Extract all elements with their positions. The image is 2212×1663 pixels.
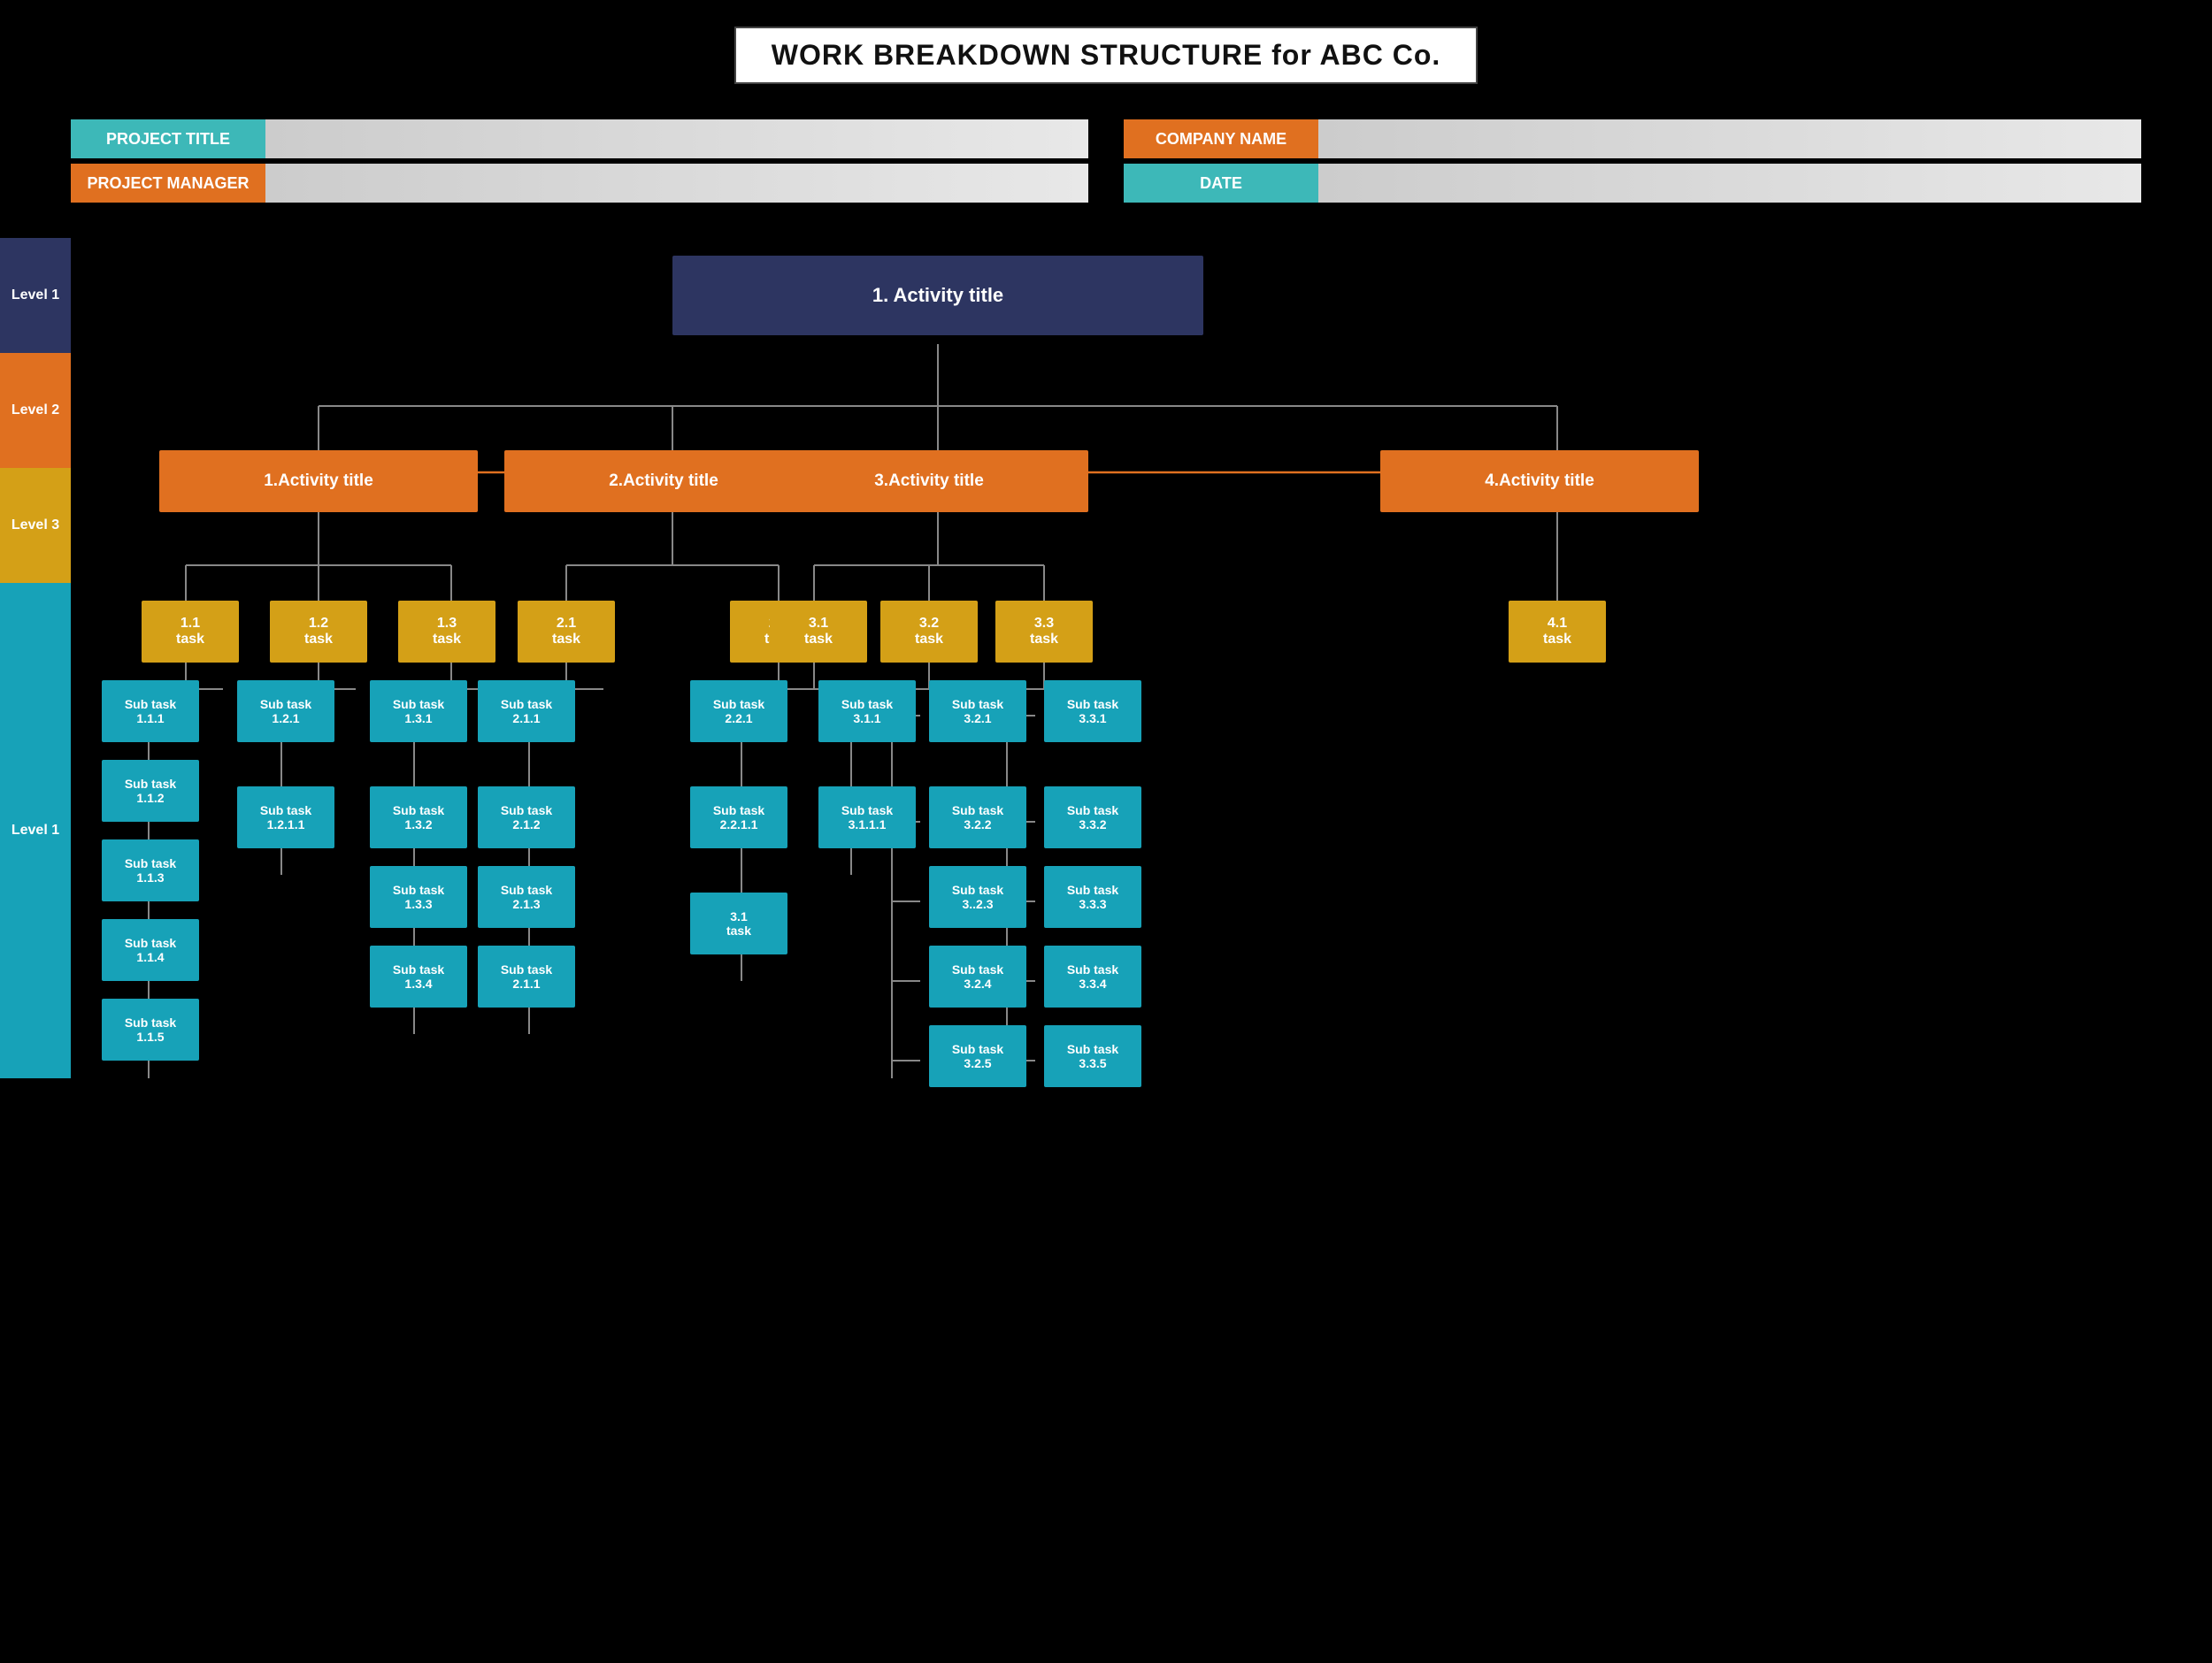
project-title-label: PROJECT TITLE <box>71 119 265 158</box>
project-manager-value <box>265 164 1088 203</box>
l3-node-3-3: 3.3 task <box>995 601 1093 663</box>
l4-3-2-1: Sub task 3.2.1 <box>929 680 1026 742</box>
l4-1-2-1: Sub task 1.2.1 <box>237 680 334 742</box>
company-name-label: COMPANY NAME <box>1124 119 1318 158</box>
l4-1-1-3: Sub task 1.1.3 <box>102 839 199 901</box>
date-value <box>1318 164 2141 203</box>
page-title: WORK BREAKDOWN STRUCTURE for ABC Co. <box>734 27 1479 84</box>
diagram-area: 1. Activity title 1.Activity title 2.Act… <box>71 238 2212 1078</box>
date-row: DATE <box>1124 164 2141 203</box>
level-3-block: Level 3 <box>0 468 71 583</box>
l3-node-3-2: 3.2 task <box>880 601 978 663</box>
l4-3-2-2: Sub task 3.2.2 <box>929 786 1026 848</box>
level-4-block: Level 1 <box>0 583 71 1078</box>
l4-3-1-1: Sub task 3.1.1 <box>818 680 916 742</box>
header-fields: PROJECT TITLE PROJECT MANAGER COMPANY NA… <box>0 102 2212 220</box>
l4-1-3-4: Sub task 1.3.4 <box>370 946 467 1008</box>
project-manager-label: PROJECT MANAGER <box>71 164 265 203</box>
l4-2-1-3: Sub task 2.1.3 <box>478 866 575 928</box>
l4-3-2-3: Sub task 3..2.3 <box>929 866 1026 928</box>
l2-node-4: 4.Activity title <box>1380 450 1699 512</box>
l4-3-3-3: Sub task 3.3.3 <box>1044 866 1141 928</box>
l4-2-2-task: 3.1 task <box>690 893 787 954</box>
l4-1-3-3: Sub task 1.3.3 <box>370 866 467 928</box>
title-section: WORK BREAKDOWN STRUCTURE for ABC Co. <box>0 0 2212 102</box>
l4-2-1-4: Sub task 2.1.1 <box>478 946 575 1008</box>
l4-1-3-2: Sub task 1.3.2 <box>370 786 467 848</box>
l4-1-1-2: Sub task 1.1.2 <box>102 760 199 822</box>
company-name-row: COMPANY NAME <box>1124 119 2141 158</box>
l4-3-1-1-1: Sub task 3.1.1.1 <box>818 786 916 848</box>
l3-node-1-1: 1.1 task <box>142 601 239 663</box>
right-fields: COMPANY NAME DATE <box>1124 119 2141 203</box>
l4-3-2-4: Sub task 3.2.4 <box>929 946 1026 1008</box>
l4-3-2-5: Sub task 3.2.5 <box>929 1025 1026 1087</box>
l4-2-2-1: Sub task 2.2.1 <box>690 680 787 742</box>
l3-node-1-2: 1.2 task <box>270 601 367 663</box>
l4-2-1-1: Sub task 2.1.1 <box>478 680 575 742</box>
l4-1-2-1-1: Sub task 1.2.1.1 <box>237 786 334 848</box>
project-manager-row: PROJECT MANAGER <box>71 164 1088 203</box>
l4-2-1-2: Sub task 2.1.2 <box>478 786 575 848</box>
l3-node-2-1: 2.1 task <box>518 601 615 663</box>
date-label: DATE <box>1124 164 1318 203</box>
l4-3-3-4: Sub task 3.3.4 <box>1044 946 1141 1008</box>
l4-1-1-4: Sub task 1.1.4 <box>102 919 199 981</box>
level-1-block: Level 1 <box>0 238 71 353</box>
l3-node-3-1: 3.1 task <box>770 601 867 663</box>
l4-1-3-1: Sub task 1.3.1 <box>370 680 467 742</box>
project-title-value <box>265 119 1088 158</box>
wbs-container: Level 1 Level 2 Level 3 Level 1 <box>0 238 2212 1114</box>
company-name-value <box>1318 119 2141 158</box>
l4-1-1-5: Sub task 1.1.5 <box>102 999 199 1061</box>
l4-3-3-5: Sub task 3.3.5 <box>1044 1025 1141 1087</box>
left-fields: PROJECT TITLE PROJECT MANAGER <box>71 119 1088 203</box>
level-sidebar: Level 1 Level 2 Level 3 Level 1 <box>0 238 71 1078</box>
l3-node-1-3: 1.3 task <box>398 601 495 663</box>
l3-node-4-1: 4.1 task <box>1509 601 1606 663</box>
l4-3-3-1: Sub task 3.3.1 <box>1044 680 1141 742</box>
root-node: 1. Activity title <box>672 256 1203 335</box>
level-2-block: Level 2 <box>0 353 71 468</box>
l4-2-2-1-1: Sub task 2.2.1.1 <box>690 786 787 848</box>
l4-3-3-2: Sub task 3.3.2 <box>1044 786 1141 848</box>
l2-node-1: 1.Activity title <box>159 450 478 512</box>
project-title-row: PROJECT TITLE <box>71 119 1088 158</box>
l2-node-3: 3.Activity title <box>770 450 1088 512</box>
l4-1-1-1: Sub task 1.1.1 <box>102 680 199 742</box>
